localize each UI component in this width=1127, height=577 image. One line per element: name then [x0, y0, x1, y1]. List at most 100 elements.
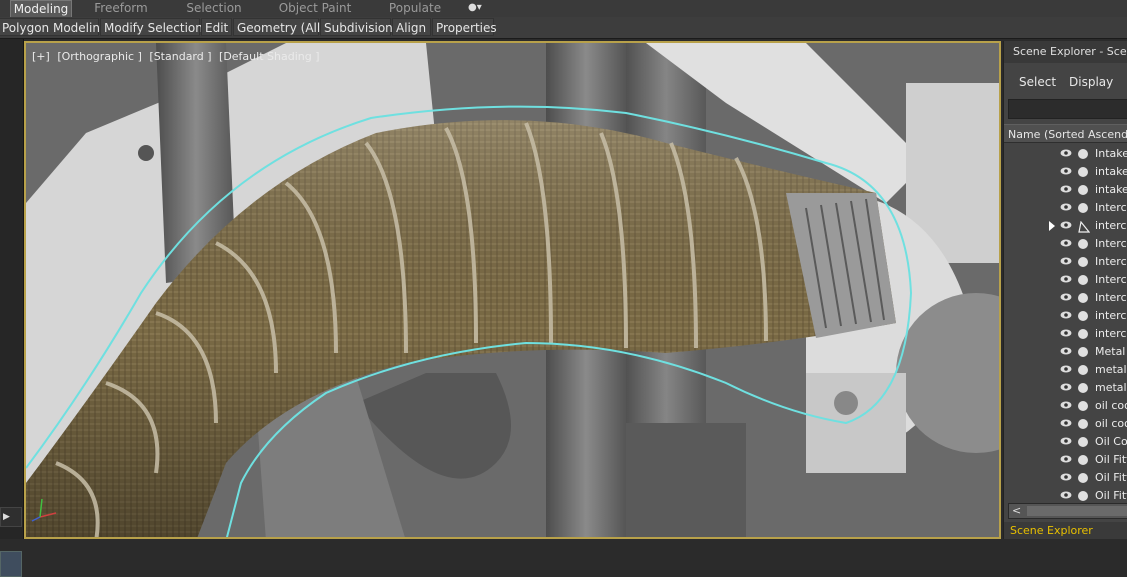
list-item[interactable]: intake [1004, 181, 1127, 199]
freeze-dot-icon[interactable] [1078, 455, 1088, 465]
eye-visibility-icon[interactable] [1060, 437, 1072, 445]
axis-gizmo-icon [31, 498, 57, 522]
properties-button[interactable]: Properties [432, 18, 497, 36]
eye-visibility-icon[interactable] [1060, 365, 1072, 373]
eye-visibility-icon[interactable] [1060, 491, 1072, 499]
tab-selection[interactable]: Selection [180, 0, 248, 17]
expand-arrow-icon[interactable] [1049, 221, 1055, 231]
tab-object-paint[interactable]: Object Paint [273, 0, 357, 17]
eye-visibility-icon[interactable] [1060, 275, 1072, 283]
tab-modeling[interactable]: Modeling [10, 0, 72, 18]
menu-display[interactable]: Display [1069, 71, 1113, 93]
ribbon-options-button[interactable]: ●▾ [468, 1, 494, 15]
scene-explorer-footer-tab[interactable]: Scene Explorer [1004, 522, 1127, 539]
list-item-label: oil cool [1095, 399, 1127, 412]
eye-visibility-icon[interactable] [1060, 383, 1072, 391]
list-item[interactable]: Interco [1004, 289, 1127, 307]
viewport-view-menu[interactable]: [Orthographic ] [57, 50, 142, 63]
freeze-dot-icon[interactable] [1078, 383, 1088, 393]
list-item[interactable]: metal c [1004, 379, 1127, 397]
eye-visibility-icon[interactable] [1060, 167, 1072, 175]
left-toolbar-arrow[interactable]: ▶ [0, 507, 22, 527]
list-item-label: Oil Fitti [1095, 471, 1127, 484]
eye-visibility-icon[interactable] [1060, 239, 1072, 247]
list-item[interactable]: Oil Fitti [1004, 469, 1127, 487]
viewport-standard-menu[interactable]: [Standard ] [149, 50, 211, 63]
freeze-dot-icon[interactable] [1078, 275, 1088, 285]
eye-visibility-icon[interactable] [1060, 149, 1072, 157]
freeze-dot-icon[interactable] [1078, 149, 1088, 159]
perspective-viewport[interactable]: [+] [Orthographic ] [Standard ] [Default… [24, 41, 1001, 539]
play-arrow-icon: ▶ [3, 512, 10, 522]
eye-visibility-icon[interactable] [1060, 203, 1072, 211]
eye-visibility-icon[interactable] [1060, 473, 1072, 481]
list-item[interactable]: Interco [1004, 253, 1127, 271]
freeze-dot-icon[interactable] [1078, 347, 1088, 357]
polygon-modeling-button[interactable]: Polygon Modeling [0, 18, 108, 36]
scroll-left-icon[interactable]: < [1012, 504, 1021, 518]
list-item[interactable]: oil cool [1004, 415, 1127, 433]
freeze-dot-icon[interactable] [1078, 401, 1088, 411]
eye-visibility-icon[interactable] [1060, 347, 1072, 355]
freeze-dot-icon[interactable] [1078, 311, 1088, 321]
horizontal-scrollbar[interactable]: < [1008, 503, 1127, 519]
menu-select[interactable]: Select [1019, 71, 1056, 93]
left-toolbar-active-button[interactable] [0, 551, 22, 577]
freeze-dot-icon[interactable] [1078, 257, 1088, 267]
tab-freeform[interactable]: Freeform [88, 0, 154, 17]
scrollbar-thumb[interactable] [1027, 506, 1127, 516]
viewport-label[interactable]: [+] [Orthographic ] [Standard ] [Default… [32, 50, 324, 63]
list-item[interactable]: interco [1004, 325, 1127, 343]
list-item[interactable]: metal c [1004, 361, 1127, 379]
list-item[interactable]: intake [1004, 163, 1127, 181]
list-item[interactable]: Interco [1004, 235, 1127, 253]
list-item[interactable]: interco [1004, 307, 1127, 325]
list-item[interactable]: Oil Fitti [1004, 487, 1127, 501]
scene-explorer-menu: Select Display [1004, 71, 1127, 93]
search-input[interactable] [1008, 99, 1127, 119]
eye-visibility-icon[interactable] [1060, 401, 1072, 409]
list-item[interactable]: Intake [1004, 145, 1127, 163]
freeze-dot-icon[interactable] [1078, 419, 1088, 429]
geometry-all-button[interactable]: Geometry (All) [233, 18, 325, 36]
tab-populate[interactable]: Populate [382, 0, 448, 17]
list-item[interactable]: Metal C [1004, 343, 1127, 361]
eye-visibility-icon[interactable] [1060, 293, 1072, 301]
list-item[interactable]: interco [1004, 217, 1127, 235]
eye-visibility-icon[interactable] [1060, 419, 1072, 427]
freeze-dot-icon[interactable] [1078, 239, 1088, 249]
list-item-label: interco [1095, 309, 1127, 322]
freeze-dot-icon[interactable] [1078, 491, 1088, 501]
eye-visibility-icon[interactable] [1060, 221, 1072, 229]
freeze-dot-icon[interactable] [1078, 365, 1088, 375]
freeze-dot-icon[interactable] [1078, 293, 1088, 303]
list-item[interactable]: Oil Fitti [1004, 451, 1127, 469]
list-item[interactable]: Interco [1004, 199, 1127, 217]
freeze-dot-icon[interactable] [1078, 437, 1088, 447]
freeze-dot-icon[interactable] [1078, 167, 1088, 177]
subdivision-button[interactable]: Subdivision [320, 18, 393, 36]
scene-explorer-title: Scene Explorer - Scene [1004, 41, 1127, 63]
freeze-dot-icon[interactable] [1078, 220, 1091, 233]
eye-visibility-icon[interactable] [1060, 455, 1072, 463]
eye-visibility-icon[interactable] [1060, 257, 1072, 265]
edit-button[interactable]: Edit [201, 18, 232, 36]
list-item[interactable]: Oil Coo [1004, 433, 1127, 451]
name-column-header[interactable]: Name (Sorted Ascending) [1004, 124, 1127, 143]
list-item[interactable]: Interco [1004, 271, 1127, 289]
freeze-dot-icon[interactable] [1078, 185, 1088, 195]
viewport-plus-menu[interactable]: [+] [32, 50, 50, 63]
list-item[interactable]: oil cool [1004, 397, 1127, 415]
eye-visibility-icon[interactable] [1060, 329, 1072, 337]
modify-selection-button[interactable]: Modify Selection [100, 18, 203, 36]
list-item-label: Oil Coo [1095, 435, 1127, 448]
freeze-dot-icon[interactable] [1078, 203, 1088, 213]
list-item-label: Interco [1095, 273, 1127, 286]
freeze-dot-icon[interactable] [1078, 473, 1088, 483]
freeze-dot-icon[interactable] [1078, 329, 1088, 339]
align-button[interactable]: Align [392, 18, 431, 36]
viewport-shading-menu[interactable]: [Default Shading ] [219, 50, 319, 63]
eye-visibility-icon[interactable] [1060, 311, 1072, 319]
eye-visibility-icon[interactable] [1060, 185, 1072, 193]
list-item-label: interco [1095, 327, 1127, 340]
